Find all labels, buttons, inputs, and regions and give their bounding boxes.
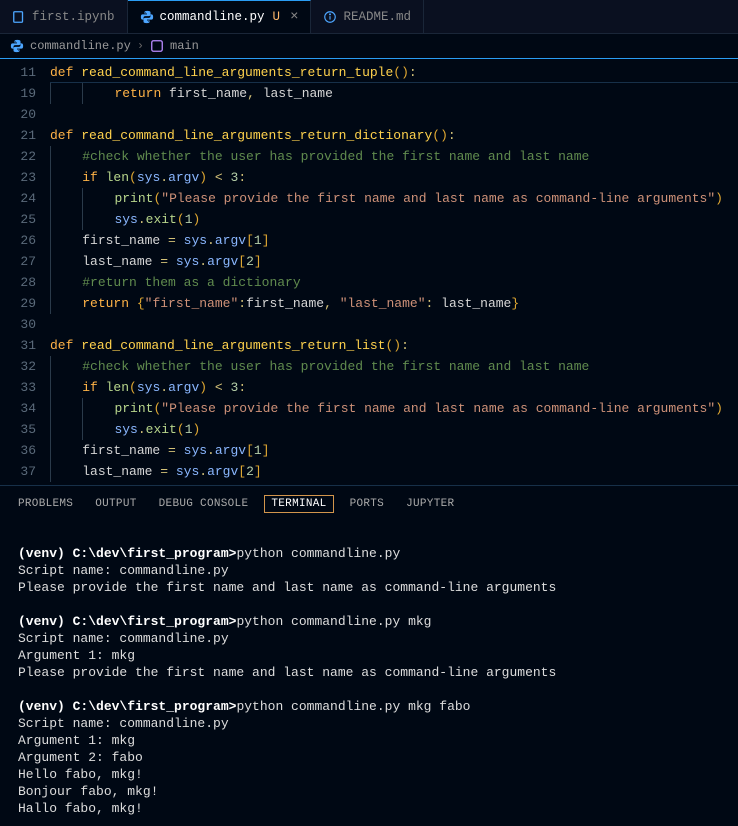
line-number: 25 — [0, 209, 36, 230]
tab-README-md[interactable]: README.md — [311, 0, 424, 33]
code-line[interactable]: def read_command_line_arguments_return_d… — [50, 125, 738, 146]
code-line[interactable]: if len(sys.argv) < 3: — [50, 377, 738, 398]
code-line[interactable]: first_name = sys.argv[1] — [50, 440, 738, 461]
breadcrumb[interactable]: commandline.py › main — [0, 34, 738, 58]
panel-tab-terminal[interactable]: TERMINAL — [264, 495, 333, 513]
panel-tab-debug-console[interactable]: DEBUG CONSOLE — [159, 498, 249, 510]
method-icon — [150, 39, 164, 53]
line-number-gutter: 1119202122232425262728293031323334353637 — [0, 59, 50, 485]
code-line[interactable]: if len(sys.argv) < 3: — [50, 167, 738, 188]
python-icon — [140, 10, 154, 24]
code-line[interactable]: last_name = sys.argv[2] — [50, 461, 738, 482]
tab-label: commandline.py — [160, 10, 265, 24]
code-line[interactable]: sys.exit(1) — [50, 419, 738, 440]
code-line[interactable] — [50, 104, 738, 125]
chevron-right-icon: › — [137, 39, 144, 53]
info-icon — [323, 10, 337, 24]
line-number: 32 — [0, 356, 36, 377]
line-number: 31 — [0, 335, 36, 356]
line-number: 28 — [0, 272, 36, 293]
line-number: 11 — [0, 62, 36, 83]
panel-tabs: PROBLEMS OUTPUT DEBUG CONSOLE TERMINAL PORTS… — [0, 486, 738, 518]
line-number: 36 — [0, 440, 36, 461]
code-line[interactable]: return first_name, last_name — [50, 83, 738, 104]
close-icon[interactable]: × — [290, 9, 298, 25]
line-number: 19 — [0, 83, 36, 104]
breadcrumb-file[interactable]: commandline.py — [30, 39, 131, 53]
notebook-icon — [12, 10, 26, 24]
panel-tab-ports[interactable]: PORTS — [350, 498, 385, 510]
tab-commandline-py[interactable]: commandline.py U × — [128, 0, 312, 33]
code-line[interactable]: last_name = sys.argv[2] — [50, 251, 738, 272]
line-number: 37 — [0, 461, 36, 482]
line-number: 29 — [0, 293, 36, 314]
line-number: 33 — [0, 377, 36, 398]
line-number: 21 — [0, 125, 36, 146]
panel-tab-problems[interactable]: PROBLEMS — [18, 498, 73, 510]
tab-label: README.md — [343, 10, 411, 24]
code-line[interactable]: #check whether the user has provided the… — [50, 146, 738, 167]
line-number: 27 — [0, 251, 36, 272]
modified-indicator: U — [273, 10, 281, 24]
code-area[interactable]: def read_command_line_arguments_return_t… — [50, 59, 738, 485]
line-number: 22 — [0, 146, 36, 167]
python-icon — [10, 39, 24, 53]
code-line[interactable]: return {"first_name":first_name, "last_n… — [50, 293, 738, 314]
line-number: 30 — [0, 314, 36, 335]
terminal-panel[interactable]: (venv) C:\dev\first_program>python comma… — [0, 518, 738, 826]
line-number: 24 — [0, 188, 36, 209]
code-line[interactable]: sys.exit(1) — [50, 209, 738, 230]
sticky-scroll-line[interactable]: def read_command_line_arguments_return_t… — [50, 62, 738, 83]
panel-tab-jupyter[interactable]: JUPYTER — [406, 498, 454, 510]
code-line[interactable]: first_name = sys.argv[1] — [50, 230, 738, 251]
code-line[interactable]: print("Please provide the first name and… — [50, 398, 738, 419]
breadcrumb-symbol[interactable]: main — [170, 39, 199, 53]
code-line[interactable]: def read_command_line_arguments_return_l… — [50, 335, 738, 356]
panel-tab-output[interactable]: OUTPUT — [95, 498, 136, 510]
code-editor[interactable]: 1119202122232425262728293031323334353637… — [0, 58, 738, 486]
line-number: 34 — [0, 398, 36, 419]
line-number: 35 — [0, 419, 36, 440]
line-number: 26 — [0, 230, 36, 251]
tab-label: first.ipynb — [32, 10, 115, 24]
code-line[interactable]: print("Please provide the first name and… — [50, 188, 738, 209]
tab-bar: first.ipynb commandline.py U × README.md — [0, 0, 738, 34]
code-line[interactable]: #check whether the user has provided the… — [50, 356, 738, 377]
code-line[interactable] — [50, 314, 738, 335]
code-line[interactable]: #return them as a dictionary — [50, 272, 738, 293]
tab-first-ipynb[interactable]: first.ipynb — [0, 0, 128, 33]
line-number: 23 — [0, 167, 36, 188]
line-number: 20 — [0, 104, 36, 125]
